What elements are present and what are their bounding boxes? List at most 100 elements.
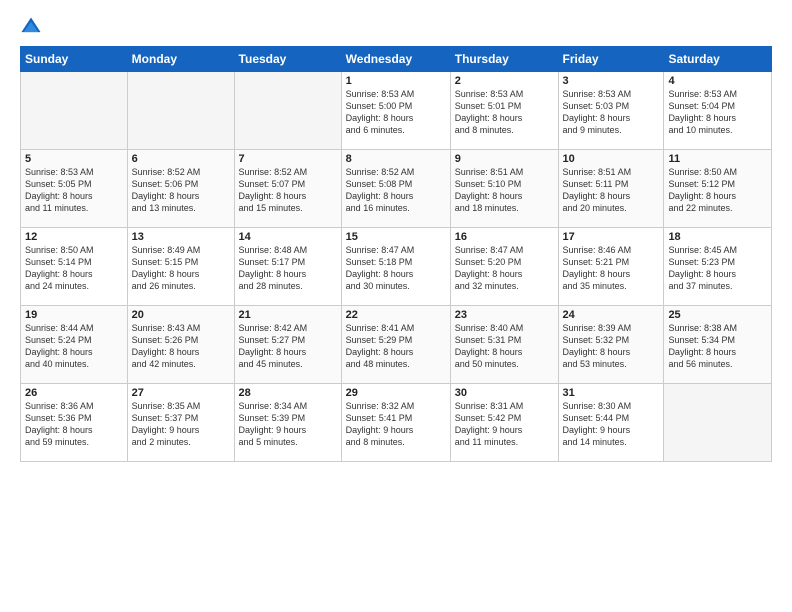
day-info: Sunrise: 8:53 AM Sunset: 5:01 PM Dayligh…: [455, 88, 554, 137]
day-number: 9: [455, 153, 554, 165]
day-info: Sunrise: 8:49 AM Sunset: 5:15 PM Dayligh…: [132, 244, 230, 293]
day-number: 10: [563, 153, 660, 165]
day-number: 13: [132, 231, 230, 243]
col-header-thursday: Thursday: [450, 47, 558, 72]
day-info: Sunrise: 8:42 AM Sunset: 5:27 PM Dayligh…: [239, 322, 337, 371]
day-number: 26: [25, 387, 123, 399]
day-info: Sunrise: 8:47 AM Sunset: 5:18 PM Dayligh…: [346, 244, 446, 293]
day-number: 3: [563, 75, 660, 87]
day-number: 25: [668, 309, 767, 321]
day-info: Sunrise: 8:50 AM Sunset: 5:14 PM Dayligh…: [25, 244, 123, 293]
calendar-cell: 4Sunrise: 8:53 AM Sunset: 5:04 PM Daylig…: [664, 72, 772, 150]
day-info: Sunrise: 8:53 AM Sunset: 5:05 PM Dayligh…: [25, 166, 123, 215]
day-number: 27: [132, 387, 230, 399]
col-header-tuesday: Tuesday: [234, 47, 341, 72]
day-number: 6: [132, 153, 230, 165]
calendar-cell: 5Sunrise: 8:53 AM Sunset: 5:05 PM Daylig…: [21, 150, 128, 228]
calendar-table: SundayMondayTuesdayWednesdayThursdayFrid…: [20, 46, 772, 462]
col-header-saturday: Saturday: [664, 47, 772, 72]
calendar-cell: [127, 72, 234, 150]
col-header-friday: Friday: [558, 47, 664, 72]
calendar-cell: 10Sunrise: 8:51 AM Sunset: 5:11 PM Dayli…: [558, 150, 664, 228]
day-number: 16: [455, 231, 554, 243]
calendar-cell: 19Sunrise: 8:44 AM Sunset: 5:24 PM Dayli…: [21, 306, 128, 384]
calendar-cell: 16Sunrise: 8:47 AM Sunset: 5:20 PM Dayli…: [450, 228, 558, 306]
day-info: Sunrise: 8:35 AM Sunset: 5:37 PM Dayligh…: [132, 400, 230, 449]
calendar-cell: 9Sunrise: 8:51 AM Sunset: 5:10 PM Daylig…: [450, 150, 558, 228]
logo: [20, 16, 46, 38]
day-info: Sunrise: 8:52 AM Sunset: 5:07 PM Dayligh…: [239, 166, 337, 215]
col-header-sunday: Sunday: [21, 47, 128, 72]
day-number: 22: [346, 309, 446, 321]
day-number: 11: [668, 153, 767, 165]
day-number: 15: [346, 231, 446, 243]
day-info: Sunrise: 8:52 AM Sunset: 5:08 PM Dayligh…: [346, 166, 446, 215]
day-number: 1: [346, 75, 446, 87]
calendar-cell: 27Sunrise: 8:35 AM Sunset: 5:37 PM Dayli…: [127, 384, 234, 462]
calendar-cell: [234, 72, 341, 150]
day-info: Sunrise: 8:53 AM Sunset: 5:04 PM Dayligh…: [668, 88, 767, 137]
calendar-cell: 17Sunrise: 8:46 AM Sunset: 5:21 PM Dayli…: [558, 228, 664, 306]
day-number: 8: [346, 153, 446, 165]
calendar-cell: 3Sunrise: 8:53 AM Sunset: 5:03 PM Daylig…: [558, 72, 664, 150]
day-number: 20: [132, 309, 230, 321]
calendar-cell: 15Sunrise: 8:47 AM Sunset: 5:18 PM Dayli…: [341, 228, 450, 306]
day-info: Sunrise: 8:44 AM Sunset: 5:24 PM Dayligh…: [25, 322, 123, 371]
day-info: Sunrise: 8:46 AM Sunset: 5:21 PM Dayligh…: [563, 244, 660, 293]
day-info: Sunrise: 8:39 AM Sunset: 5:32 PM Dayligh…: [563, 322, 660, 371]
day-number: 4: [668, 75, 767, 87]
day-number: 18: [668, 231, 767, 243]
day-number: 24: [563, 309, 660, 321]
col-header-monday: Monday: [127, 47, 234, 72]
calendar-cell: 2Sunrise: 8:53 AM Sunset: 5:01 PM Daylig…: [450, 72, 558, 150]
day-info: Sunrise: 8:50 AM Sunset: 5:12 PM Dayligh…: [668, 166, 767, 215]
day-info: Sunrise: 8:31 AM Sunset: 5:42 PM Dayligh…: [455, 400, 554, 449]
calendar-cell: 12Sunrise: 8:50 AM Sunset: 5:14 PM Dayli…: [21, 228, 128, 306]
day-info: Sunrise: 8:51 AM Sunset: 5:11 PM Dayligh…: [563, 166, 660, 215]
day-number: 28: [239, 387, 337, 399]
day-number: 19: [25, 309, 123, 321]
day-info: Sunrise: 8:53 AM Sunset: 5:03 PM Dayligh…: [563, 88, 660, 137]
calendar-cell: 11Sunrise: 8:50 AM Sunset: 5:12 PM Dayli…: [664, 150, 772, 228]
calendar-cell: 28Sunrise: 8:34 AM Sunset: 5:39 PM Dayli…: [234, 384, 341, 462]
calendar-cell: 20Sunrise: 8:43 AM Sunset: 5:26 PM Dayli…: [127, 306, 234, 384]
calendar-cell: 22Sunrise: 8:41 AM Sunset: 5:29 PM Dayli…: [341, 306, 450, 384]
day-info: Sunrise: 8:32 AM Sunset: 5:41 PM Dayligh…: [346, 400, 446, 449]
day-number: 7: [239, 153, 337, 165]
day-info: Sunrise: 8:43 AM Sunset: 5:26 PM Dayligh…: [132, 322, 230, 371]
day-info: Sunrise: 8:36 AM Sunset: 5:36 PM Dayligh…: [25, 400, 123, 449]
calendar-cell: 29Sunrise: 8:32 AM Sunset: 5:41 PM Dayli…: [341, 384, 450, 462]
day-number: 14: [239, 231, 337, 243]
calendar-cell: 7Sunrise: 8:52 AM Sunset: 5:07 PM Daylig…: [234, 150, 341, 228]
calendar-cell: 18Sunrise: 8:45 AM Sunset: 5:23 PM Dayli…: [664, 228, 772, 306]
day-info: Sunrise: 8:51 AM Sunset: 5:10 PM Dayligh…: [455, 166, 554, 215]
day-info: Sunrise: 8:34 AM Sunset: 5:39 PM Dayligh…: [239, 400, 337, 449]
day-number: 23: [455, 309, 554, 321]
logo-icon: [20, 16, 42, 38]
calendar-cell: 26Sunrise: 8:36 AM Sunset: 5:36 PM Dayli…: [21, 384, 128, 462]
day-info: Sunrise: 8:48 AM Sunset: 5:17 PM Dayligh…: [239, 244, 337, 293]
day-info: Sunrise: 8:53 AM Sunset: 5:00 PM Dayligh…: [346, 88, 446, 137]
day-info: Sunrise: 8:40 AM Sunset: 5:31 PM Dayligh…: [455, 322, 554, 371]
day-number: 12: [25, 231, 123, 243]
calendar-cell: 30Sunrise: 8:31 AM Sunset: 5:42 PM Dayli…: [450, 384, 558, 462]
day-info: Sunrise: 8:45 AM Sunset: 5:23 PM Dayligh…: [668, 244, 767, 293]
calendar-cell: 1Sunrise: 8:53 AM Sunset: 5:00 PM Daylig…: [341, 72, 450, 150]
day-info: Sunrise: 8:52 AM Sunset: 5:06 PM Dayligh…: [132, 166, 230, 215]
day-info: Sunrise: 8:41 AM Sunset: 5:29 PM Dayligh…: [346, 322, 446, 371]
day-info: Sunrise: 8:47 AM Sunset: 5:20 PM Dayligh…: [455, 244, 554, 293]
day-info: Sunrise: 8:30 AM Sunset: 5:44 PM Dayligh…: [563, 400, 660, 449]
day-number: 31: [563, 387, 660, 399]
calendar-cell: 23Sunrise: 8:40 AM Sunset: 5:31 PM Dayli…: [450, 306, 558, 384]
day-number: 5: [25, 153, 123, 165]
calendar-cell: 13Sunrise: 8:49 AM Sunset: 5:15 PM Dayli…: [127, 228, 234, 306]
day-number: 21: [239, 309, 337, 321]
calendar-cell: 6Sunrise: 8:52 AM Sunset: 5:06 PM Daylig…: [127, 150, 234, 228]
day-number: 2: [455, 75, 554, 87]
calendar-cell: 8Sunrise: 8:52 AM Sunset: 5:08 PM Daylig…: [341, 150, 450, 228]
calendar-cell: 31Sunrise: 8:30 AM Sunset: 5:44 PM Dayli…: [558, 384, 664, 462]
calendar-cell: 14Sunrise: 8:48 AM Sunset: 5:17 PM Dayli…: [234, 228, 341, 306]
day-number: 29: [346, 387, 446, 399]
day-number: 30: [455, 387, 554, 399]
calendar-cell: [664, 384, 772, 462]
